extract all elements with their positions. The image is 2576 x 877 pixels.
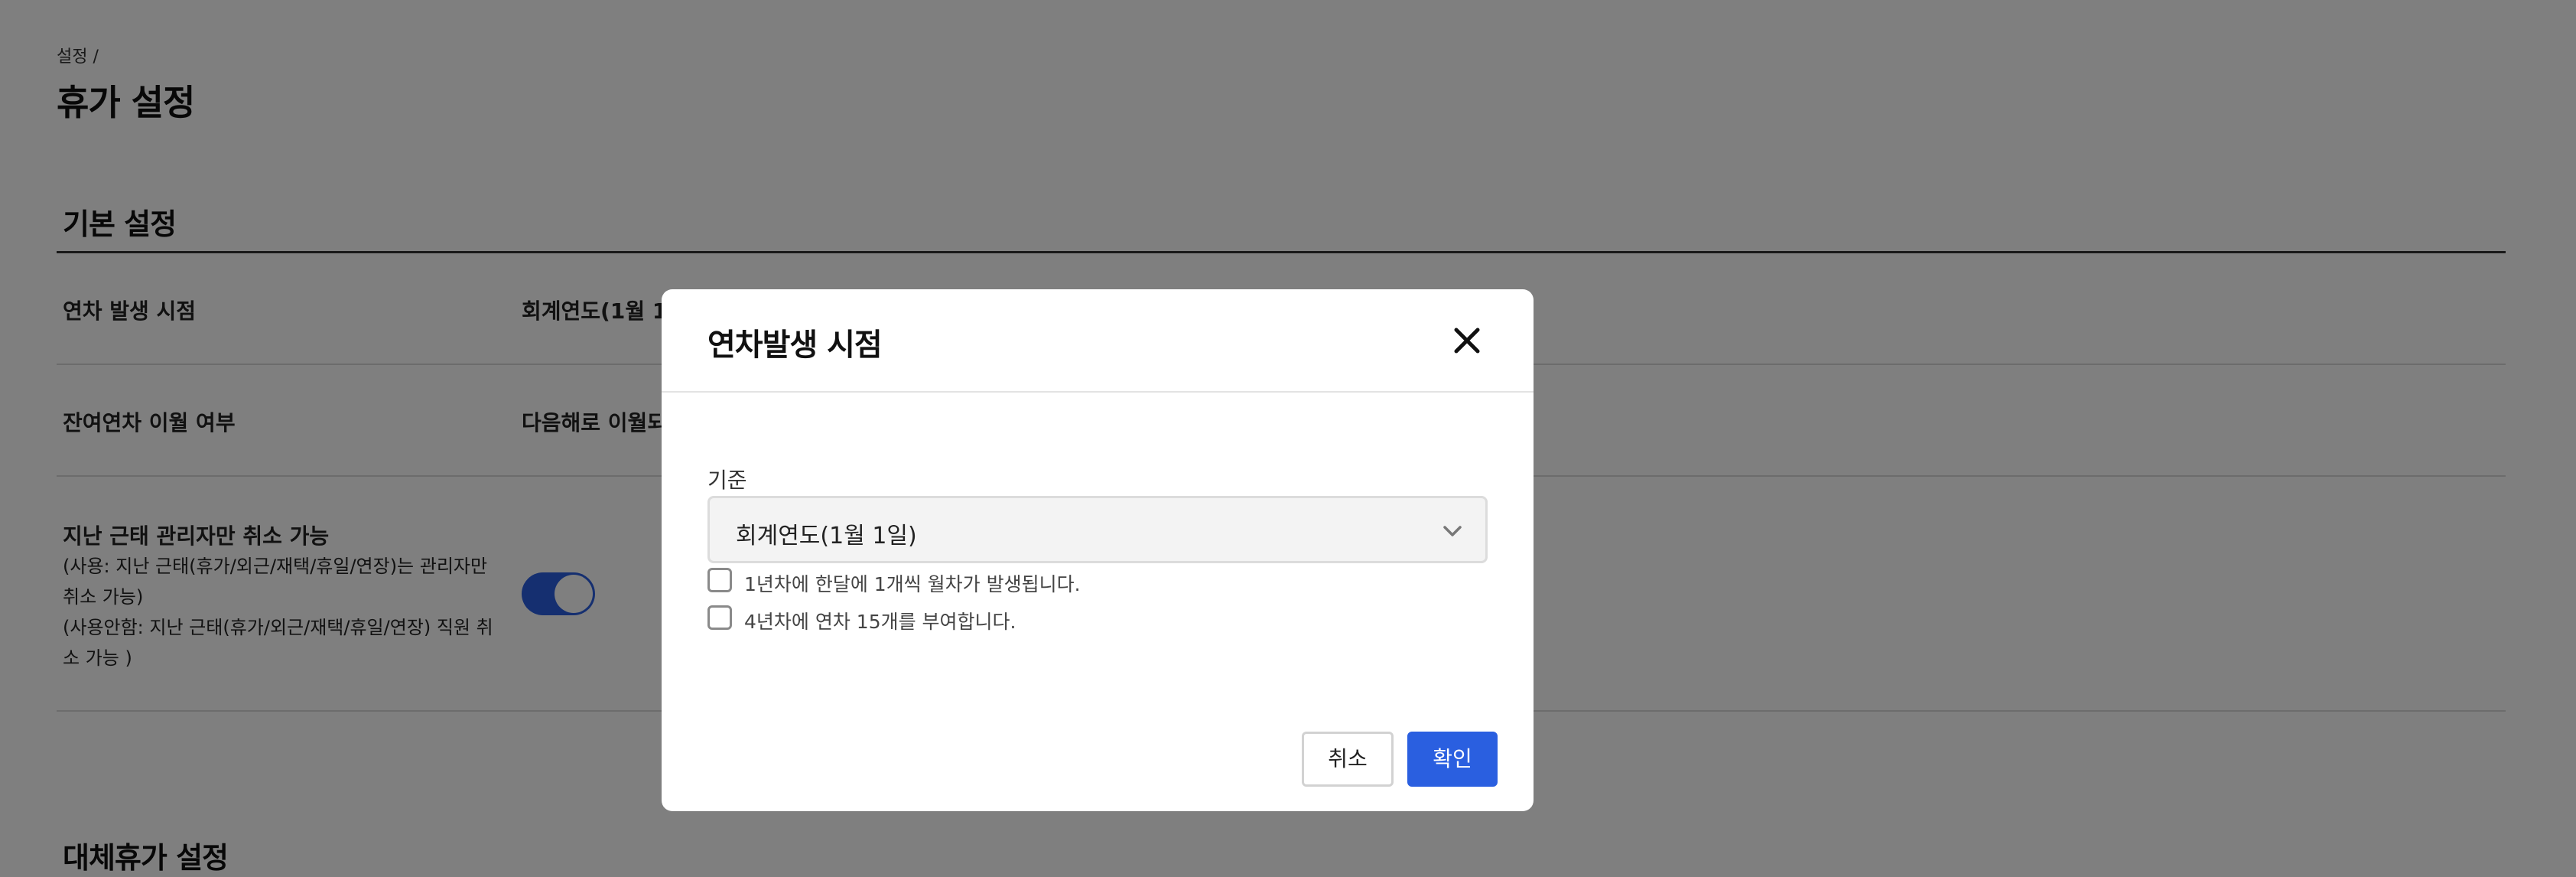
checkbox-icon[interactable] — [707, 605, 732, 630]
chevron-down-icon — [1441, 520, 1464, 543]
leave-start-modal: 연차발생 시점 기준 회계연도(1월 1일) 취소 확인 — [662, 289, 1534, 811]
criteria-select-value: 회계연도(1월 1일) — [736, 523, 917, 549]
checkbox-icon[interactable] — [707, 568, 732, 592]
modal-title: 연차발생 시점 — [707, 328, 883, 363]
monthly-leave-label[interactable]: 1년차에 한달에 1개씩 월차가 발생됩니다. — [744, 569, 1081, 597]
criteria-label: 기준 — [707, 468, 747, 493]
close-icon[interactable] — [1449, 323, 1485, 358]
cancel-button[interactable]: 취소 — [1302, 732, 1394, 787]
fourth-year-leave-label[interactable]: 4년차에 연차 15개를 부여합니다. — [744, 607, 1016, 634]
criteria-select[interactable]: 회계연도(1월 1일) — [707, 496, 1488, 563]
confirm-button[interactable]: 확인 — [1407, 732, 1498, 787]
modal-header: 연차발생 시점 — [662, 289, 1534, 393]
